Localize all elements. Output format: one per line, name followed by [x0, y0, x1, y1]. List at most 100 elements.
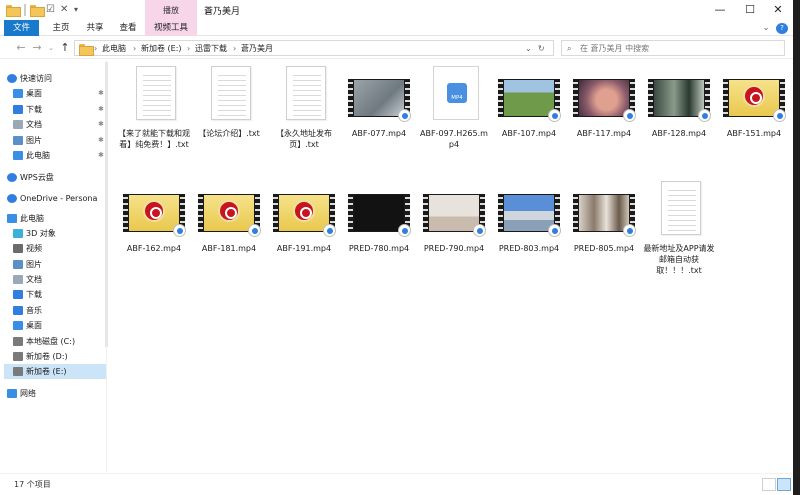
file-item[interactable]: 【论坛介绍】.txt [193, 66, 265, 166]
nav-item-label: 桌面 [26, 321, 42, 330]
back-arrow-icon[interactable]: ← [14, 40, 28, 56]
nav-item[interactable]: 下载 ✱ [4, 102, 106, 117]
file-name: PRED-790.mp4 [423, 244, 485, 253]
file-name: 【永久地址发布页】.txt [276, 129, 332, 149]
address-bar[interactable]: › 此电脑 › 新加卷 (E:) › 迅雷下载 › 蒼乃美月 ⌄ ↻ [74, 40, 554, 56]
tab-home[interactable]: 主页 [46, 20, 76, 36]
nav-item[interactable]: 图片 [4, 257, 106, 272]
tab-file[interactable]: 文件 [4, 20, 39, 36]
nav-item[interactable]: 新加卷 (D:) [4, 349, 106, 364]
expand-ribbon-icon[interactable]: ⌄ [760, 20, 772, 36]
video-thumbnail [421, 181, 487, 237]
nav-item[interactable]: 音乐 [4, 303, 106, 318]
pin-icon: ✱ [98, 151, 104, 159]
refresh-icon[interactable]: ↻ [538, 41, 545, 56]
up-arrow-icon[interactable]: ↑ [58, 40, 72, 56]
nav-scrollbar[interactable] [105, 62, 108, 347]
text-file-icon [121, 66, 187, 120]
recent-locations-icon[interactable]: ⌄ [44, 40, 58, 56]
status-bar: 17 个项目 [0, 473, 793, 495]
nav-item[interactable]: 本地磁盘 (C:) [4, 334, 106, 349]
nav-item-label: 下载 [26, 105, 42, 114]
tab-view[interactable]: 查看 [113, 20, 143, 36]
video-thumbnail [271, 181, 337, 237]
breadcrumb-this-pc[interactable]: 此电脑 [102, 41, 126, 56]
context-tab-header: 播放 [145, 0, 197, 20]
large-icons-view-button[interactable] [777, 478, 791, 491]
network-icon [7, 389, 17, 398]
player-app-icon [548, 224, 561, 237]
tab-share[interactable]: 共享 [80, 20, 110, 36]
file-item[interactable]: ABF-117.mp4 [568, 66, 640, 166]
folder-icon[interactable] [6, 4, 21, 17]
file-item[interactable]: PRED-805.mp4 [568, 181, 640, 281]
tab-video-tools[interactable]: 视频工具 [145, 20, 197, 36]
delete-icon[interactable]: ✕ [60, 4, 72, 16]
minimize-button[interactable]: — [706, 2, 734, 18]
nav-item[interactable]: OneDrive - Persona [4, 191, 106, 206]
nav-item-label: 桌面 [26, 89, 42, 98]
new-folder-icon[interactable] [30, 4, 45, 17]
close-button[interactable]: ✕ [764, 2, 792, 18]
details-view-button[interactable] [762, 478, 776, 491]
nav-item[interactable]: 桌面 [4, 318, 106, 333]
search-input[interactable]: ⌕ 在 蒼乃美月 中搜索 [561, 40, 785, 56]
file-item[interactable]: PRED-803.mp4 [493, 181, 565, 281]
file-name: 最新地址及APP请发邮箱自动获取！！！.txt [643, 244, 715, 275]
breadcrumb-current-folder[interactable]: 蒼乃美月 [241, 41, 273, 56]
file-item[interactable]: PRED-780.mp4 [343, 181, 415, 281]
customize-quick-access-icon[interactable]: ▾ [74, 4, 84, 16]
nav-item-label: WPS云盘 [20, 173, 54, 182]
file-item[interactable]: ABF-107.mp4 [493, 66, 565, 166]
pin-icon: ✱ [98, 120, 104, 128]
breadcrumb-drive-e[interactable]: 新加卷 (E:) [141, 41, 182, 56]
nav-item[interactable]: 图片 ✱ [4, 133, 106, 148]
picture-icon [13, 260, 23, 269]
player-app-icon [623, 224, 636, 237]
address-dropdown-icon[interactable]: ⌄ [525, 41, 532, 56]
text-file-icon [646, 181, 712, 235]
forward-arrow-icon[interactable]: → [30, 40, 44, 56]
maximize-button[interactable]: ☐ [736, 2, 764, 18]
computer-icon [13, 151, 23, 160]
nav-item[interactable]: 视频 [4, 241, 106, 256]
file-item[interactable]: 【永久地址发布页】.txt [268, 66, 340, 166]
breadcrumb-separator: › [187, 44, 191, 53]
help-icon[interactable]: ? [776, 23, 788, 34]
file-item[interactable]: 最新地址及APP请发邮箱自动获取！！！.txt [643, 181, 715, 281]
video-thumbnail [346, 66, 412, 122]
file-item[interactable]: 【来了就能下载和观看】纯免费！】.txt [118, 66, 190, 166]
file-item[interactable]: ABF-077.mp4 [343, 66, 415, 166]
nav-item[interactable]: WPS云盘 [4, 170, 106, 185]
file-name: ABF-162.mp4 [126, 244, 182, 253]
file-item[interactable]: PRED-790.mp4 [418, 181, 490, 281]
nav-item[interactable]: 快速访问 [4, 71, 106, 86]
player-app-icon [398, 109, 411, 122]
nav-item[interactable]: 桌面 ✱ [4, 86, 106, 101]
player-app-icon [698, 109, 711, 122]
file-item[interactable]: ABF-128.mp4 [643, 66, 715, 166]
file-item[interactable]: ABF-162.mp4 [118, 181, 190, 281]
properties-icon[interactable]: ☑ [46, 4, 58, 16]
nav-item[interactable]: 此电脑 ✱ [4, 148, 106, 163]
nav-item[interactable]: 3D 对象 [4, 226, 106, 241]
file-name: ABF-097.H265.mp4 [420, 129, 488, 149]
file-item[interactable]: ABF-151.mp4 [718, 66, 790, 166]
breadcrumb-thunder-downloads[interactable]: 迅雷下载 [195, 41, 227, 56]
navigation-pane: 快速访问 桌面 ✱ 下载 ✱ 文档 ✱ 图片 ✱ 此电脑 ✱ WPS云盘 OneDrive - Pers… [4, 60, 107, 472]
nav-item-label: 视频 [26, 244, 42, 253]
nav-item[interactable]: 网络 [4, 386, 106, 401]
nav-item[interactable]: 新加卷 (E:) [4, 364, 106, 379]
nav-item-label: 新加卷 (E:) [26, 367, 67, 376]
nav-item[interactable]: 文档 [4, 272, 106, 287]
file-item[interactable]: ABF-191.mp4 [268, 181, 340, 281]
file-item[interactable]: ABF-181.mp4 [193, 181, 265, 281]
search-placeholder: 在 蒼乃美月 中搜索 [580, 44, 650, 53]
player-app-icon [248, 224, 261, 237]
nav-item[interactable]: 此电脑 [4, 211, 106, 226]
video-thumbnail [496, 181, 562, 237]
nav-item[interactable]: 下载 [4, 287, 106, 302]
nav-item[interactable]: 文档 ✱ [4, 117, 106, 132]
file-item[interactable]: MP4 ABF-097.H265.mp4 [418, 66, 490, 166]
file-name: ABF-077.mp4 [351, 129, 407, 138]
